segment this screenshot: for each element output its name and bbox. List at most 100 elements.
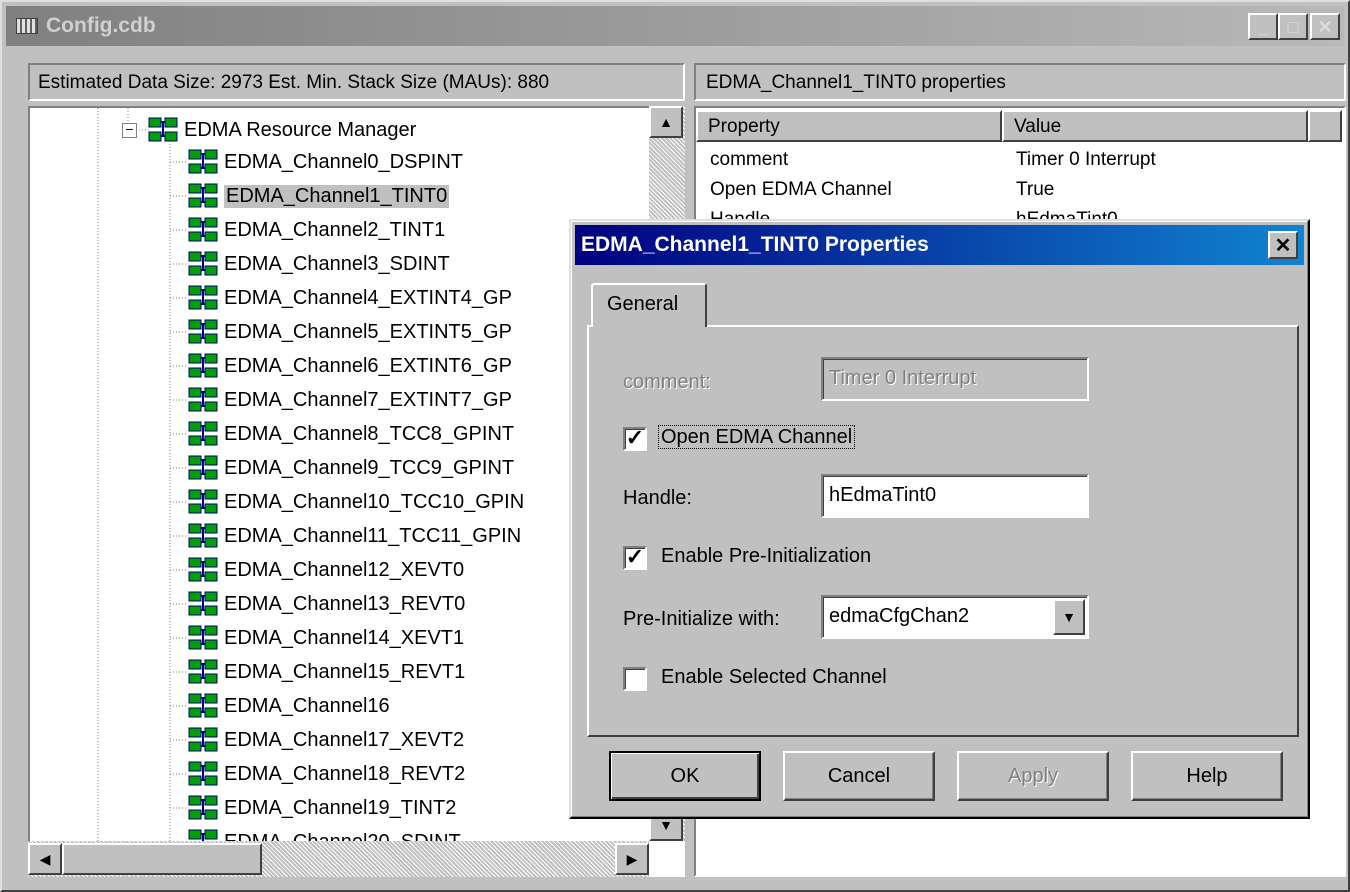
tree-item[interactable]: EDMA_Channel2_TINT1 (188, 214, 445, 246)
tree-item[interactable]: EDMA_Channel11_TCC11_GPIN (188, 520, 521, 552)
network-node-icon (188, 625, 218, 650)
network-node-icon (188, 421, 218, 446)
cancel-button[interactable]: Cancel (783, 751, 935, 801)
horizontal-scroll-thumb[interactable] (62, 843, 262, 875)
maximize-button[interactable]: □ (1278, 13, 1308, 40)
tree-horizontal-scrollbar[interactable]: ◀ ▶ (28, 841, 649, 877)
tree-item[interactable]: EDMA_Channel8_TCC8_GPINT (188, 418, 514, 450)
scroll-right-icon: ▶ (626, 850, 638, 867)
comment-field[interactable]: Timer 0 Interrupt (821, 357, 1089, 401)
close-button[interactable]: ✕ (1310, 13, 1340, 40)
check-icon: ✓ (625, 544, 645, 569)
enable-selected-channel-label[interactable]: Enable Selected Channel (661, 666, 887, 689)
tree-item-edma-resource-manager[interactable]: EDMA Resource Manager (148, 114, 416, 146)
tree-item-label: EDMA_Channel18_REVT2 (224, 762, 466, 785)
close-icon: ✕ (1317, 16, 1333, 37)
tree-item[interactable]: EDMA_Channel16 (188, 690, 390, 722)
enable-selected-channel-checkbox[interactable] (623, 667, 647, 691)
comment-label: comment: (623, 371, 711, 393)
tree-item[interactable]: EDMA_Channel5_EXTINT5_GP (188, 316, 512, 348)
minimize-icon: _ (1257, 16, 1268, 37)
tree-item-label: EDMA_Channel15_REVT1 (224, 660, 466, 683)
extra-column-header (1308, 110, 1342, 142)
value-column-header[interactable]: Value (1002, 110, 1308, 142)
network-node-icon (188, 489, 218, 514)
tree-item[interactable]: EDMA_Channel7_EXTINT7_GP (188, 384, 512, 416)
enable-preinit-checkbox[interactable]: ✓ (623, 546, 647, 570)
dropdown-button[interactable]: ▼ (1053, 599, 1085, 635)
tree-item-label: EDMA_Channel11_TCC11_GPIN (224, 524, 522, 547)
tree-item-label: EDMA_Channel14_XEVT1 (224, 626, 465, 649)
tree-item[interactable]: EDMA_Channel0_DSPINT (188, 146, 463, 178)
tree-item-label: EDMA_Channel8_TCC8_GPINT (224, 422, 515, 445)
window-title: Config.cdb (46, 14, 156, 37)
network-node-icon (188, 183, 218, 208)
tree-item-label: EDMA_Channel6_EXTINT6_GP (224, 354, 512, 377)
network-node-icon (188, 659, 218, 684)
property-name: Open EDMA Channel (710, 179, 892, 200)
check-icon: ✓ (625, 425, 645, 450)
apply-button[interactable]: Apply (957, 751, 1109, 801)
property-name: comment (710, 149, 789, 170)
tree-guide-lines (97, 108, 188, 875)
property-value: Timer 0 Interrupt (1016, 149, 1156, 170)
network-node-icon (188, 149, 218, 174)
collapse-toggle[interactable]: − (122, 122, 137, 138)
network-node-icon (188, 353, 218, 378)
tree-item-label: EDMA_Channel12_XEVT0 (224, 558, 465, 581)
preinit-with-dropdown[interactable]: edmaCfgChan2 ▼ (821, 595, 1089, 639)
network-node-icon (188, 557, 218, 582)
property-row[interactable]: comment Timer 0 Interrupt (696, 146, 1344, 176)
scroll-right-button[interactable]: ▶ (615, 843, 649, 875)
handle-label: Handle: (623, 487, 692, 509)
property-list-header: Property Value (696, 110, 1342, 142)
dialog-close-button[interactable]: ✕ (1268, 231, 1298, 259)
tree-item[interactable]: EDMA_Channel1_TINT0 (188, 180, 450, 212)
chevron-down-icon: ▼ (1062, 609, 1076, 625)
help-button[interactable]: Help (1131, 751, 1283, 801)
network-node-icon (188, 251, 218, 276)
tree-item[interactable]: EDMA_Channel13_REVT0 (188, 588, 465, 620)
tree-item[interactable]: EDMA_Channel6_EXTINT6_GP (188, 350, 512, 382)
enable-preinit-label[interactable]: Enable Pre-Initialization (661, 545, 871, 568)
network-node-icon (188, 727, 218, 752)
tree-item[interactable]: EDMA_Channel17_XEVT2 (188, 724, 464, 756)
open-channel-label[interactable]: Open EDMA Channel (657, 425, 856, 449)
scroll-up-button[interactable]: ▲ (649, 106, 683, 138)
tree-item-label: EDMA Resource Manager (184, 118, 417, 141)
close-icon: ✕ (1274, 234, 1292, 257)
tree-item-label: EDMA_Channel9_TCC9_GPINT (224, 456, 515, 479)
tree-item[interactable]: EDMA_Channel12_XEVT0 (188, 554, 464, 586)
preinit-with-value: edmaCfgChan2 (829, 605, 970, 627)
tree-item-label: EDMA_Channel13_REVT0 (224, 592, 466, 615)
property-column-header[interactable]: Property (696, 110, 1002, 142)
ok-button[interactable]: OK (609, 751, 761, 801)
minimize-button[interactable]: _ (1248, 13, 1278, 40)
scroll-left-button[interactable]: ◀ (28, 843, 62, 875)
open-channel-label-text: Open EDMA Channel (657, 425, 856, 449)
scroll-up-icon: ▲ (659, 114, 673, 130)
tree-item[interactable]: EDMA_Channel3_SDINT (188, 248, 450, 280)
network-node-icon (188, 523, 218, 548)
network-node-icon (188, 217, 218, 242)
tab-general[interactable]: General (591, 283, 707, 327)
tree-item[interactable]: EDMA_Channel18_REVT2 (188, 758, 465, 790)
properties-pane-title: EDMA_Channel1_TINT0 properties (694, 63, 1346, 101)
dialog-titlebar[interactable]: EDMA_Channel1_TINT0 Properties ✕ (575, 225, 1304, 265)
tree-item[interactable]: EDMA_Channel9_TCC9_GPINT (188, 452, 514, 484)
maximize-icon: □ (1287, 16, 1299, 37)
tree-item[interactable]: EDMA_Channel4_EXTINT4_GP (188, 282, 512, 314)
tree-item[interactable]: EDMA_Channel15_REVT1 (188, 656, 465, 688)
tree-item[interactable]: EDMA_Channel10_TCC10_GPIN (188, 486, 524, 518)
open-channel-checkbox[interactable]: ✓ (623, 427, 647, 451)
property-row[interactable]: Open EDMA Channel True (696, 176, 1344, 206)
handle-field[interactable]: hEdmaTint0 (821, 474, 1089, 518)
network-node-icon (148, 117, 178, 142)
network-node-icon (188, 455, 218, 480)
window-titlebar[interactable]: Config.cdb _ □ ✕ (6, 6, 1344, 46)
tree-item[interactable]: EDMA_Channel19_TINT2 (188, 792, 456, 824)
network-node-icon (188, 693, 218, 718)
property-value: True (1016, 179, 1055, 200)
scroll-left-icon: ◀ (39, 850, 51, 867)
tree-item[interactable]: EDMA_Channel14_XEVT1 (188, 622, 464, 654)
